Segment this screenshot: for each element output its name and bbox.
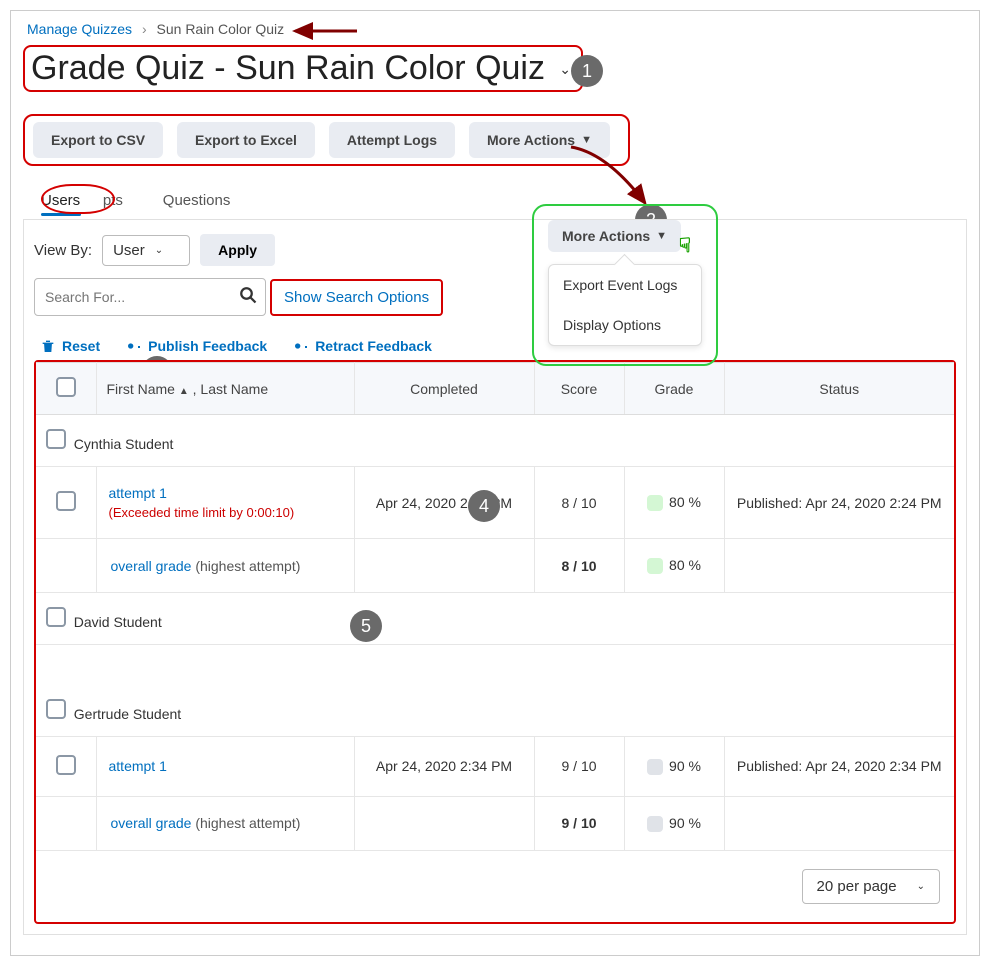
callout-marker: 5 — [350, 610, 382, 642]
tab-questions[interactable]: Questions — [145, 184, 249, 219]
breadcrumb: Manage Quizzes › Sun Rain Color Quiz — [23, 19, 967, 45]
attempt-link[interactable]: attempt 1 — [109, 485, 167, 501]
attempt-link[interactable]: attempt 1 — [109, 758, 167, 774]
overall-grade: 80 % — [624, 539, 724, 593]
apply-button[interactable]: Apply — [200, 234, 275, 266]
reset-action[interactable]: Reset — [40, 338, 100, 354]
column-header-status[interactable]: Status — [724, 363, 954, 415]
more-actions-menu: Export Event Logs Display Options — [548, 264, 702, 346]
search-icon[interactable] — [239, 286, 257, 309]
attempt-checkbox[interactable] — [56, 755, 76, 775]
page-title: Grade Quiz - Sun Rain Color Quiz — [31, 49, 545, 87]
breadcrumb-current: Sun Rain Color Quiz — [157, 21, 285, 37]
tabs: Users pts Questions 3 — [23, 184, 967, 220]
student-name: Gertrude Student — [74, 706, 181, 722]
overall-note: (highest attempt) — [195, 815, 300, 831]
callout-marker: 4 — [468, 490, 500, 522]
attempt-warning: (Exceeded time limit by 0:00:10) — [109, 505, 342, 520]
attempt-completed: Apr 24, 2020 2:34 PM — [354, 736, 534, 796]
menu-item-display-options[interactable]: Display Options — [549, 305, 701, 345]
export-csv-button[interactable]: Export to CSV — [33, 122, 163, 158]
key-icon — [293, 338, 309, 354]
attempt-completed: Apr 24, 2020 2:24 PM — [354, 467, 534, 539]
page-size-select[interactable]: 20 per page ⌄ — [802, 869, 940, 904]
chevron-down-icon: ⌄ — [559, 61, 571, 78]
overall-grade-link[interactable]: overall grade — [111, 815, 192, 831]
view-by-label: View By: — [34, 242, 92, 259]
attempt-grade: 80 % — [624, 467, 724, 539]
tab-attempts[interactable]: pts — [103, 184, 141, 219]
chevron-down-icon: ▼ — [656, 230, 667, 242]
student-name: David Student — [74, 614, 162, 630]
column-header-grade[interactable]: Grade — [624, 363, 724, 415]
trash-icon — [40, 338, 56, 354]
attempt-grade: 90 % — [624, 736, 724, 796]
student-checkbox[interactable] — [46, 607, 66, 627]
more-actions-button[interactable]: More Actions ▼ — [469, 122, 610, 158]
annotation-arrow-icon — [291, 21, 361, 41]
tab-users[interactable]: Users — [23, 184, 99, 214]
breadcrumb-root-link[interactable]: Manage Quizzes — [27, 21, 132, 37]
overall-grade-link[interactable]: overall grade — [111, 558, 192, 574]
export-excel-button[interactable]: Export to Excel — [177, 122, 315, 158]
publish-feedback-action[interactable]: Publish Feedback — [126, 338, 267, 354]
column-header-score[interactable]: Score — [534, 363, 624, 415]
menu-item-export-event-logs[interactable]: Export Event Logs — [549, 265, 701, 305]
chevron-right-icon: › — [136, 21, 153, 37]
chevron-down-icon: ▼ — [581, 134, 592, 146]
student-name: Cynthia Student — [74, 436, 174, 452]
search-box — [34, 278, 266, 316]
retract-feedback-action[interactable]: Retract Feedback — [293, 338, 432, 354]
key-icon — [126, 338, 142, 354]
student-checkbox[interactable] — [46, 699, 66, 719]
attempt-score: 8 / 10 — [534, 467, 624, 539]
view-by-select[interactable]: User ⌄ — [102, 235, 190, 266]
toolbar: Export to CSV Export to Excel Attempt Lo… — [23, 114, 630, 166]
overall-score: 9 / 10 — [534, 796, 624, 850]
column-header-completed[interactable]: Completed — [354, 363, 534, 415]
overall-grade: 90 % — [624, 796, 724, 850]
attempt-logs-button[interactable]: Attempt Logs — [329, 122, 455, 158]
select-all-checkbox[interactable] — [56, 377, 76, 397]
page-title-dropdown[interactable]: Grade Quiz - Sun Rain Color Quiz ⌄ — [23, 45, 583, 92]
more-actions-popup-annotation: More Actions ▼ ☟ Export Event Logs Displ… — [532, 204, 718, 366]
attempt-status: Published: Apr 24, 2020 2:24 PM — [724, 467, 954, 539]
cursor-icon: ☟ — [679, 233, 691, 258]
sort-asc-icon: ▲ — [179, 386, 189, 397]
student-checkbox[interactable] — [46, 429, 66, 449]
show-search-options-link[interactable]: Show Search Options — [270, 279, 443, 316]
callout-marker: 1 — [571, 55, 603, 87]
attempt-status: Published: Apr 24, 2020 2:34 PM — [724, 736, 954, 796]
attempt-score: 9 / 10 — [534, 736, 624, 796]
attempt-checkbox[interactable] — [56, 491, 76, 511]
attempts-table: First Name ▲ , Last Name 5 Completed Sco… — [34, 360, 956, 924]
column-header-name[interactable]: First Name ▲ , Last Name 5 — [96, 363, 354, 415]
chevron-down-icon: ⌄ — [155, 245, 163, 256]
more-actions-popup-button[interactable]: More Actions ▼ ☟ — [548, 220, 681, 252]
overall-note: (highest attempt) — [195, 558, 300, 574]
overall-score: 8 / 10 — [534, 539, 624, 593]
search-input[interactable] — [43, 288, 223, 306]
chevron-down-icon: ⌄ — [917, 881, 925, 892]
